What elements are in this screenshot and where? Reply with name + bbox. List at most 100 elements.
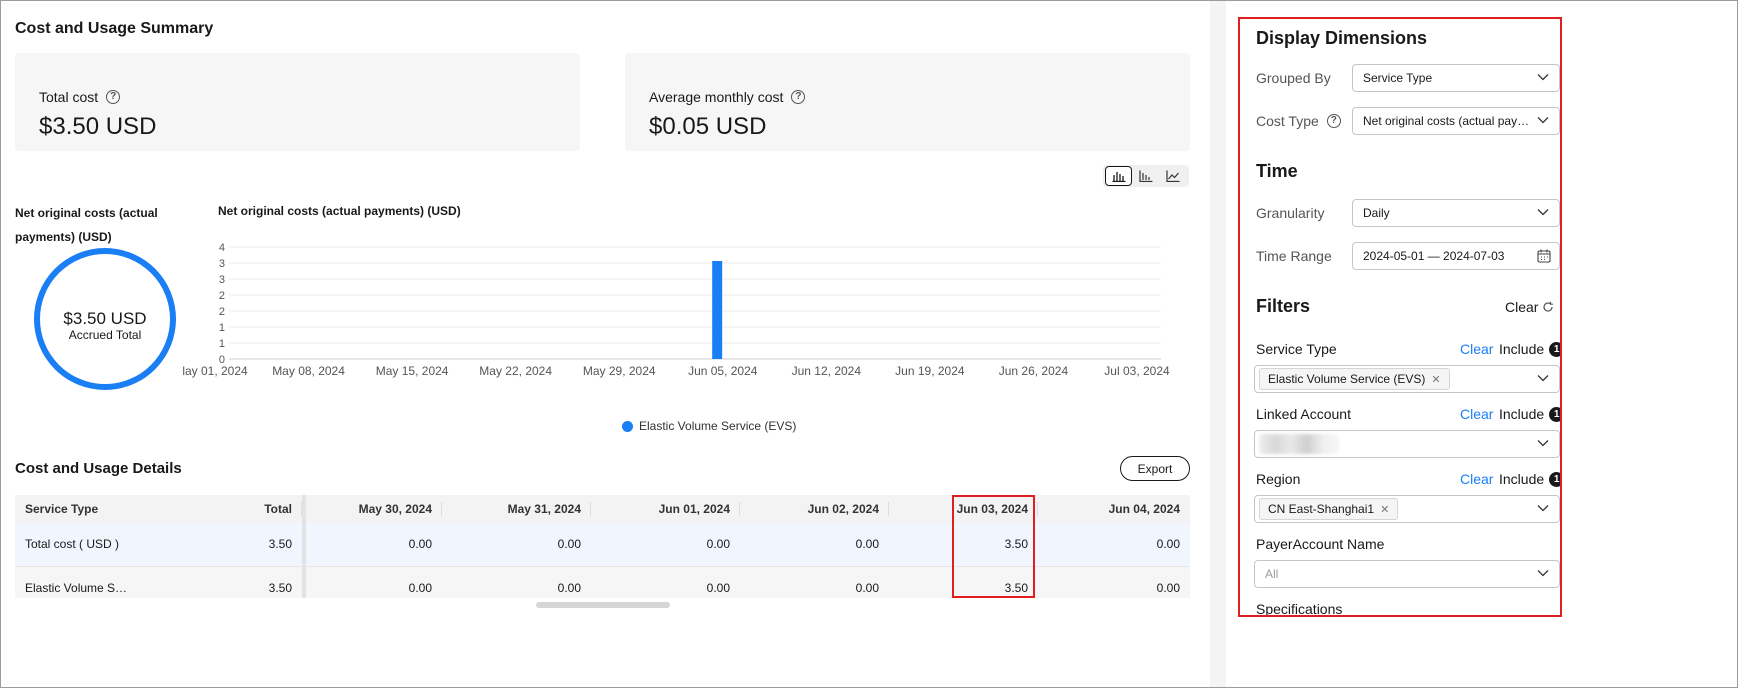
- column-header[interactable]: Jun 01, 2024: [591, 495, 740, 523]
- total-cost-value: $3.50 USD: [39, 113, 157, 140]
- horizontal-scrollbar[interactable]: [536, 602, 670, 608]
- help-icon[interactable]: ?: [1326, 114, 1341, 128]
- region-clear-link[interactable]: Clear: [1460, 471, 1493, 487]
- refresh-icon: [1543, 301, 1554, 312]
- service-type-include[interactable]: Include 1: [1499, 341, 1560, 357]
- region-include[interactable]: Include 1: [1499, 471, 1560, 487]
- linked-account-include[interactable]: Include 1: [1499, 406, 1560, 422]
- table-cell: 0.00: [304, 566, 442, 598]
- service-type-filter-select[interactable]: Elastic Volume Service (EVS) ✕: [1254, 365, 1560, 393]
- close-icon[interactable]: ✕: [1380, 504, 1389, 516]
- table-cell: Total cost ( USD ): [15, 523, 141, 567]
- specifications-label: Specifications: [1256, 601, 1343, 617]
- chevron-down-icon: [1537, 74, 1549, 81]
- chevron-down-icon: [1537, 440, 1549, 447]
- table-cell: 0.00: [740, 523, 889, 567]
- x-tick-label: Jun 26, 2024: [999, 364, 1069, 378]
- linked-account-select[interactable]: [1254, 430, 1560, 458]
- service-type-filter-label: Service Type: [1256, 341, 1337, 357]
- bar-chart: 01122334lay 01, 2024 May 08, 2024 May 15, …: [182, 242, 1170, 378]
- table-cell: 3.50: [141, 523, 306, 567]
- column-header[interactable]: Service Type: [15, 495, 141, 523]
- legend-label: Elastic Volume Service (EVS): [639, 419, 797, 433]
- filter-tag[interactable]: Elastic Volume Service (EVS) ✕: [1259, 368, 1450, 390]
- donut-subtitle: Accrued Total: [68, 328, 142, 342]
- y-tick-label: 3: [219, 274, 225, 286]
- chevron-down-icon: [1537, 117, 1549, 124]
- x-tick-label: May 29, 2024: [583, 364, 656, 378]
- payer-account-label: PayerAccount Name: [1256, 536, 1385, 552]
- close-icon[interactable]: ✕: [1431, 374, 1440, 386]
- summary-title: Cost and Usage Summary: [15, 20, 214, 37]
- chart-type-switch: [1103, 165, 1189, 187]
- redacted-account-tag: [1259, 434, 1339, 454]
- linked-account-clear-link[interactable]: Clear: [1460, 406, 1493, 422]
- y-tick-label: 1: [219, 338, 225, 350]
- x-tick-label: Jul 03, 2024: [1104, 364, 1170, 378]
- x-tick-label: Jun 19, 2024: [895, 364, 965, 378]
- region-label: Region: [1256, 471, 1301, 487]
- x-tick-label: May 15, 2024: [376, 364, 449, 378]
- filters-title: Filters: [1256, 296, 1311, 316]
- table-row[interactable]: Total cost ( USD ) 3.50 0.00 0.00 0.00 0.00 3.…: [15, 523, 1190, 567]
- legend-dot: [622, 420, 633, 432]
- service-type-clear-link[interactable]: Clear: [1460, 341, 1493, 357]
- help-icon[interactable]: ?: [791, 90, 806, 104]
- y-tick-label: 2: [219, 290, 225, 302]
- include-count-badge: 1: [1549, 406, 1560, 422]
- total-cost-card: Total cost ? $3.50 USD: [15, 53, 580, 151]
- chart-title: Net original costs (actual payments) (US…: [218, 204, 461, 218]
- y-tick-label: 1: [219, 322, 225, 334]
- time-title: Time: [1256, 161, 1298, 181]
- table-cell: 0.00: [304, 523, 442, 567]
- column-header[interactable]: Jun 04, 2024: [1038, 495, 1190, 523]
- x-tick-label: Jun 12, 2024: [792, 364, 862, 378]
- chart-legend[interactable]: Elastic Volume Service (EVS): [622, 419, 796, 433]
- filter-tag[interactable]: CN East-Shanghai1 ✕: [1259, 498, 1399, 520]
- time-range-picker[interactable]: 2024-05-01 — 2024-07-03: [1352, 242, 1560, 270]
- column-header[interactable]: Jun 03, 2024: [889, 495, 1038, 523]
- y-tick-label: 4: [219, 242, 225, 254]
- filters-clear-button[interactable]: Clear: [1505, 299, 1554, 315]
- include-count-badge: 1: [1549, 471, 1560, 487]
- table-header-row: Service Type Total May 30, 2024 May 31, 202…: [15, 495, 1190, 523]
- granularity-select[interactable]: Daily: [1352, 199, 1560, 227]
- main-panel: Cost and Usage Summary Total cost ? $3.5…: [1, 1, 1341, 687]
- cost-type-select[interactable]: Net original costs (actual paym...: [1352, 107, 1560, 135]
- calendar-icon: [1537, 249, 1551, 263]
- bar-stacked-icon[interactable]: [1105, 166, 1133, 186]
- export-button[interactable]: Export: [1120, 456, 1190, 481]
- column-header[interactable]: Total: [141, 495, 306, 523]
- granularity-label: Granularity: [1256, 205, 1325, 221]
- avg-monthly-value: $0.05 USD: [649, 113, 767, 140]
- payer-account-select[interactable]: All: [1254, 560, 1560, 588]
- table-cell: Elastic Volume Serv...: [15, 566, 141, 598]
- time-range-label: Time Range: [1256, 248, 1332, 264]
- cost-type-label: Cost Type ?: [1256, 113, 1341, 129]
- line-chart-icon[interactable]: [1160, 166, 1187, 186]
- table-cell: 0.00: [442, 523, 591, 567]
- include-count-badge: 1: [1549, 341, 1560, 357]
- donut-title: Net original costs (actual payments) (US…: [15, 206, 158, 244]
- table-row[interactable]: Elastic Volume Serv... 3.50 0.00 0.00 0.00 0.…: [15, 566, 1190, 598]
- help-icon[interactable]: ?: [106, 90, 121, 104]
- avg-monthly-label: Average monthly cost ?: [649, 89, 806, 105]
- table-cell: 3.50: [889, 566, 1038, 598]
- grouped-by-select[interactable]: Service Type: [1352, 64, 1560, 92]
- column-separator: [301, 502, 302, 516]
- donut-value: $3.50 USD: [63, 309, 147, 328]
- table-cell: 3.50: [889, 523, 1038, 567]
- bar-chart-icon[interactable]: [1132, 166, 1159, 186]
- table-cell: 0.00: [591, 566, 740, 598]
- y-tick-label: 3: [219, 258, 225, 270]
- column-header[interactable]: May 30, 2024: [304, 495, 442, 523]
- column-header[interactable]: Jun 02, 2024: [740, 495, 889, 523]
- x-tick-label: Jun 05, 2024: [688, 364, 758, 378]
- column-header[interactable]: May 31, 2024: [442, 495, 591, 523]
- chevron-down-icon: [1537, 505, 1549, 512]
- details-table: Service Type Total May 30, 2024 May 31, 202…: [15, 495, 1190, 598]
- region-select[interactable]: CN East-Shanghai1 ✕: [1254, 495, 1560, 523]
- table-cell: 0.00: [1038, 523, 1190, 567]
- details-title: Cost and Usage Details: [15, 460, 182, 477]
- linked-account-label: Linked Account: [1256, 406, 1351, 422]
